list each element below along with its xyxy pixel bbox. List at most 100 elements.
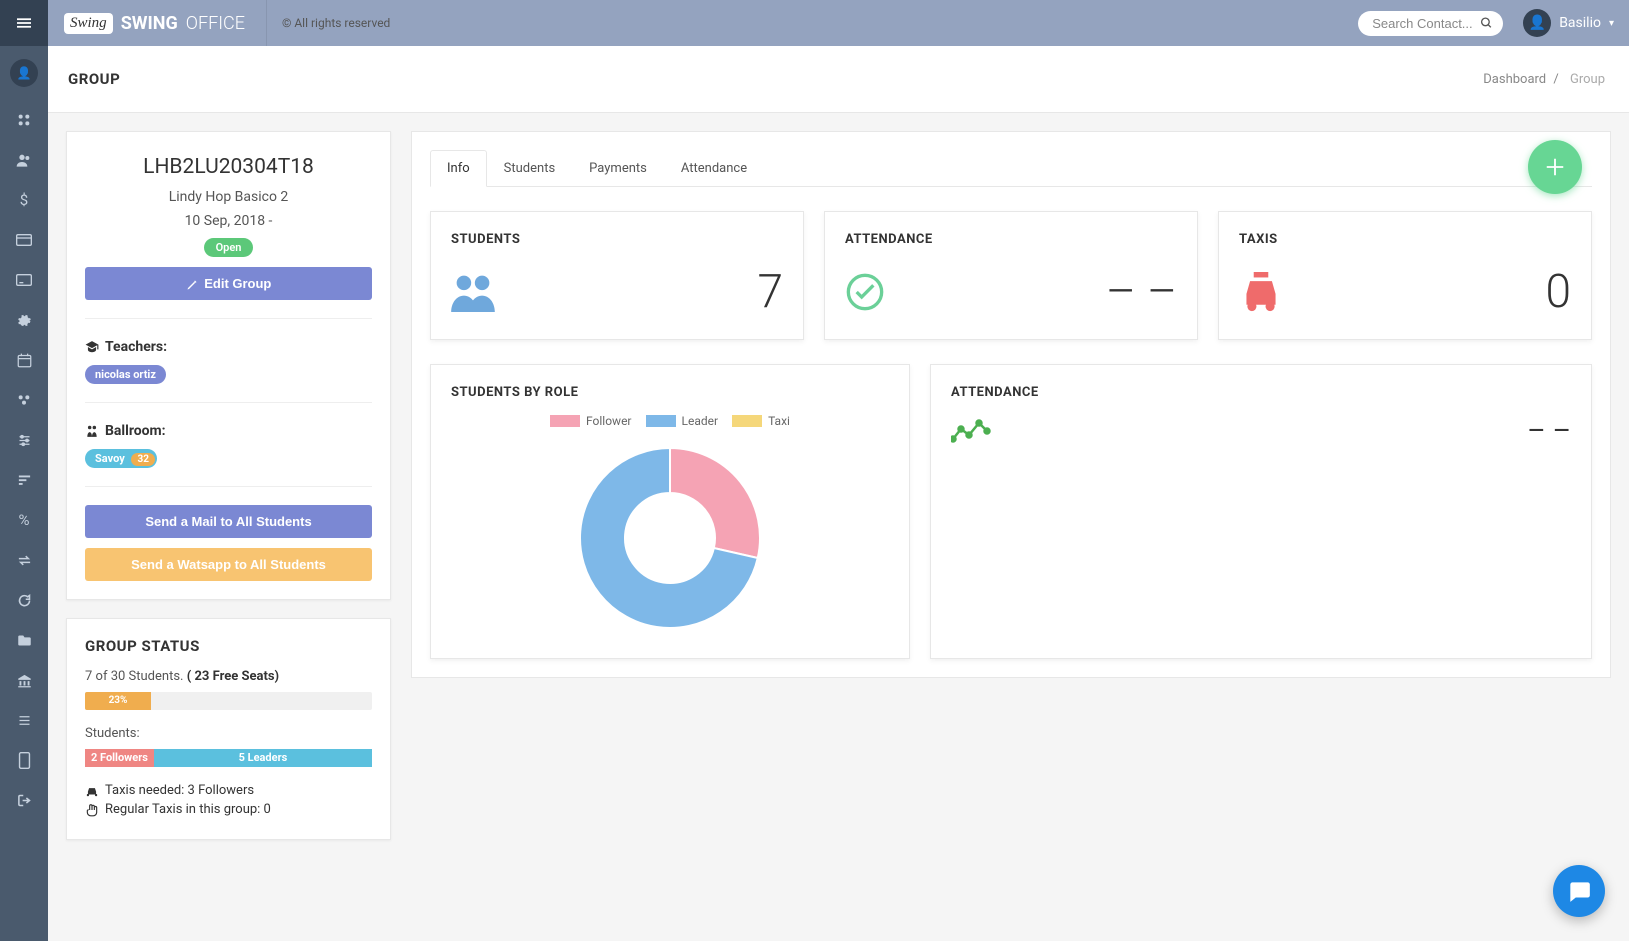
topbar: Swing SWING OFFICE © All rights reserved… <box>0 0 1629 46</box>
dollar-icon: $ <box>20 191 28 209</box>
sidebar-item-sort[interactable] <box>0 460 48 500</box>
breadcrumb-current: Group <box>1570 72 1605 87</box>
add-fab-button[interactable] <box>1528 140 1582 194</box>
group-status-title: GROUP STATUS <box>85 637 372 655</box>
page-title: GROUP <box>68 70 120 88</box>
folder-icon <box>17 633 32 648</box>
calendar-icon <box>17 353 32 368</box>
sidebar-item-refresh[interactable] <box>0 580 48 620</box>
ballroom-pill[interactable]: Savoy 32 <box>85 449 157 468</box>
transfer-icon <box>17 553 32 568</box>
tab-payments[interactable]: Payments <box>572 150 664 187</box>
grad-cap-icon <box>85 340 99 354</box>
percent-icon: % <box>19 511 30 529</box>
ballroom-label: Ballroom: <box>85 423 372 439</box>
page-header: GROUP Dashboard / Group <box>48 46 1629 113</box>
attendance-chart-value: – – <box>1527 414 1571 447</box>
sidebar-item-logout[interactable] <box>0 780 48 820</box>
students-label: Students: <box>85 726 372 741</box>
chat-icon <box>1566 878 1592 904</box>
copyright-text: © All rights reserved <box>266 0 390 46</box>
sidebar-item-list[interactable] <box>0 700 48 740</box>
taxis-needed-line: Taxis needed: 3 Followers <box>85 783 372 798</box>
tab-students[interactable]: Students <box>487 150 573 187</box>
refresh-icon <box>17 593 32 608</box>
sidebar-item-transfer[interactable] <box>0 540 48 580</box>
brand-logo[interactable]: Swing SWING OFFICE <box>48 13 261 34</box>
seats-text: 7 of 30 Students. ( 23 Free Seats) <box>85 669 372 684</box>
sidebar-item-percent[interactable]: % <box>0 500 48 540</box>
sliders-icon <box>17 433 32 448</box>
group-date: 10 Sep, 2018 - <box>85 213 372 229</box>
user-menu[interactable]: 👤 Basilio ▾ <box>1523 9 1614 37</box>
teacher-pill[interactable]: nicolas ortiz <box>85 365 166 384</box>
group-code: LHB2LU20304T18 <box>85 155 372 179</box>
sort-icon <box>17 473 32 488</box>
group-status-card: GROUP STATUS 7 of 30 Students. ( 23 Free… <box>66 618 391 840</box>
car-icon <box>85 784 99 798</box>
sidebar-avatar[interactable]: 👤 <box>10 59 38 87</box>
breadcrumb-home[interactable]: Dashboard <box>1483 72 1546 87</box>
sidebar-item-users[interactable] <box>0 140 48 180</box>
group-name: Lindy Hop Basico 2 <box>85 189 372 205</box>
attendance-value: – – <box>1106 265 1177 319</box>
card2-icon <box>16 273 32 287</box>
tab-info[interactable]: Info <box>430 150 487 187</box>
sidebar-item-folder[interactable] <box>0 620 48 660</box>
sidebar-item-dashboard[interactable] <box>0 100 48 140</box>
dashboard-icon <box>16 112 32 128</box>
search-box <box>1358 11 1503 36</box>
donut-chart <box>570 438 770 638</box>
send-mail-button[interactable]: Send a Mail to All Students <box>85 505 372 538</box>
stat-taxis: TAXIS 0 <box>1218 211 1592 340</box>
logout-icon <box>17 793 32 808</box>
list-icon <box>17 713 32 728</box>
edit-group-button[interactable]: Edit Group <box>85 267 372 300</box>
ballroom-icon <box>85 424 99 438</box>
tab-attendance[interactable]: Attendance <box>664 150 764 187</box>
leaders-bar: 5 Leaders <box>154 749 372 767</box>
sidebar-item-card[interactable] <box>0 220 48 260</box>
users-icon <box>16 152 32 168</box>
chat-fab-button[interactable] <box>1553 865 1605 917</box>
sidebar: 👤 $ % <box>0 46 48 941</box>
attendance-chart-card: ATTENDANCE – – <box>930 364 1592 659</box>
gear-icon <box>17 313 32 328</box>
taxis-value: 0 <box>1545 265 1571 319</box>
seats-progress-bar: 23% <box>85 692 151 710</box>
taxi-icon <box>1239 272 1283 312</box>
sidebar-item-bank[interactable] <box>0 660 48 700</box>
pencil-icon <box>186 279 198 291</box>
sidebar-item-mobile[interactable] <box>0 740 48 780</box>
card-icon <box>16 233 32 247</box>
sidebar-item-card2[interactable] <box>0 260 48 300</box>
sidebar-item-groups[interactable] <box>0 380 48 420</box>
status-badge: Open <box>204 238 254 257</box>
taxis-regular-line: Regular Taxis in this group: 0 <box>85 802 372 817</box>
sidebar-item-settings[interactable] <box>0 300 48 340</box>
sidebar-item-money[interactable]: $ <box>0 180 48 220</box>
followers-bar: 2 Followers <box>85 749 154 767</box>
students-by-role-card: STUDENTS BY ROLE Follower Leader Taxi <box>430 364 910 659</box>
chart-legend: Follower Leader Taxi <box>451 414 889 428</box>
seats-progress: 23% <box>85 692 372 710</box>
search-icon[interactable] <box>1480 17 1493 30</box>
username: Basilio <box>1559 15 1601 31</box>
hamburger-icon <box>17 16 31 30</box>
stat-attendance: ATTENDANCE – – <box>824 211 1198 340</box>
bank-icon <box>17 673 32 688</box>
caret-down-icon: ▾ <box>1609 18 1614 29</box>
send-whatsapp-button[interactable]: Send a Watsapp to All Students <box>85 548 372 581</box>
user-avatar: 👤 <box>1523 9 1551 37</box>
teachers-label: Teachers: <box>85 339 372 355</box>
breadcrumb: Dashboard / Group <box>1483 72 1609 87</box>
group-icon <box>16 392 32 408</box>
plus-icon <box>1544 156 1566 178</box>
hand-icon <box>85 803 99 817</box>
sidebar-item-sliders[interactable] <box>0 420 48 460</box>
check-circle-icon <box>845 272 885 312</box>
students-value: 7 <box>757 265 783 319</box>
tabs: Info Students Payments Attendance <box>430 150 1592 187</box>
hamburger-menu-button[interactable] <box>0 0 48 46</box>
sidebar-item-calendar[interactable] <box>0 340 48 380</box>
